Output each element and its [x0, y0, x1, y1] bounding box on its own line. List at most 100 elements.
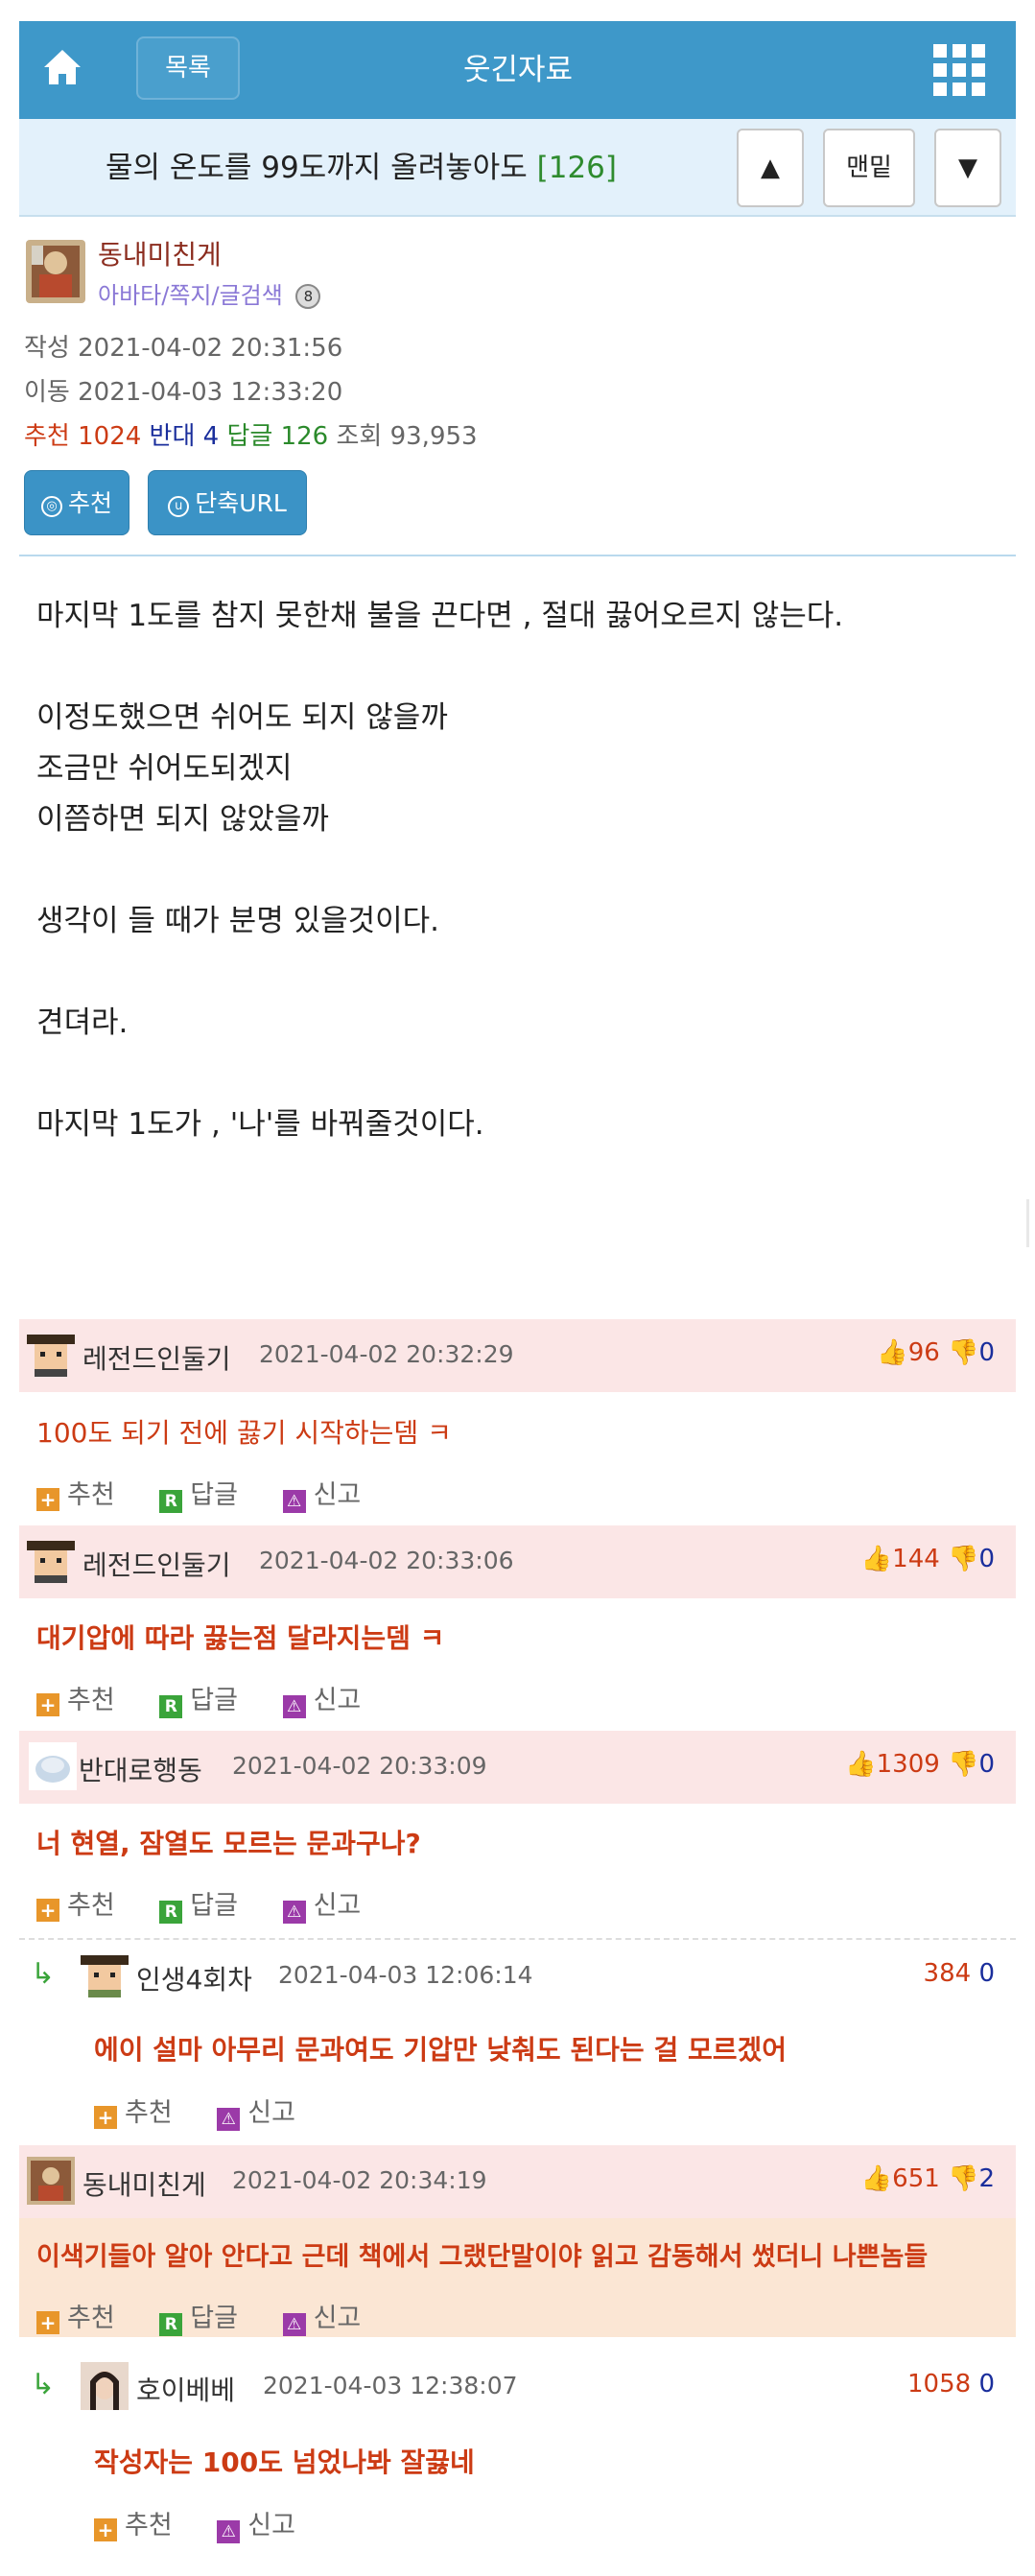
comment-recommend-button[interactable]: + 추천	[36, 1884, 115, 1922]
comment-down-count: 0	[978, 1545, 995, 1573]
thumbs-down-icon[interactable]: 👎	[948, 1545, 978, 1573]
plus-icon: +	[36, 1693, 59, 1716]
short-url-button[interactable]: u 단축URL	[148, 470, 307, 535]
prev-post-button[interactable]: ▲	[737, 129, 804, 207]
comment-votes: 1058 0	[907, 2370, 995, 2399]
report-icon: ⚠	[282, 1490, 306, 1513]
comment-text: 이색기들아 알아 안다고 근데 책에서 그랬단말이야 읽고 감동해서 썼더니 나…	[36, 2242, 929, 2272]
post-title-text: 물의 온도를 99도까지 올려놓아도	[106, 151, 528, 185]
comment-votes: 👍651 👎2	[861, 2164, 995, 2193]
comment-report-button[interactable]: ⚠ 신고	[217, 2504, 295, 2543]
comment-votes: 384 0	[924, 1959, 995, 1988]
recommend-button[interactable]: ◎ 추천	[24, 470, 129, 535]
recommend-label: 추천	[125, 2511, 173, 2541]
body-line: 생각이 들 때가 분명 있을것이다.	[36, 904, 440, 938]
thumbs-up-icon[interactable]: 👍	[845, 1750, 876, 1779]
divider	[19, 555, 1016, 556]
written-date-line: 작성 2021-04-02 20:31:56	[24, 328, 342, 364]
recommend-label: 추천	[67, 1480, 115, 1510]
next-post-button[interactable]: ▼	[934, 129, 1001, 207]
body-line: 견뎌라.	[36, 1005, 129, 1040]
author-links[interactable]: 아바타/쪽지/글검색 8	[98, 276, 321, 310]
body-line: 이정도했으면 쉬어도 되지 않을까	[36, 700, 448, 735]
author-name[interactable]: 동내미친게	[98, 234, 222, 272]
comment-down-count: 0	[978, 1338, 995, 1367]
reply-r-icon: R	[159, 2313, 183, 2336]
comment-author[interactable]: 반대로행동	[79, 1750, 202, 1788]
comment-text: 대기압에 따라 끓는점 달라지는뎀 ㅋ	[36, 1622, 445, 1654]
body-line: 조금만 쉬어도되겠지	[36, 751, 293, 786]
author-avatar[interactable]	[26, 240, 85, 303]
comment-header: 레전드인둘기 2021-04-02 20:33:06 👍144 👎0	[19, 1525, 1016, 1598]
thumbs-down-icon[interactable]: 👎	[948, 1338, 978, 1367]
author-avatar-icon	[27, 2157, 75, 2205]
body-line: 마지막 1도가 , '나'를 바꿔줄것이다.	[36, 1107, 484, 1142]
author-links-text[interactable]: 아바타/쪽지/글검색	[98, 282, 283, 309]
comment-report-button[interactable]: ⚠ 신고	[282, 1679, 361, 1718]
comment-recommend-button[interactable]: + 추천	[94, 2504, 173, 2541]
moved-label: 이동	[24, 378, 70, 407]
comment-reply-button[interactable]: R 답글	[159, 2297, 238, 2336]
comment-recommend-button[interactable]: + 추천	[36, 2297, 115, 2334]
comment-date: 2021-04-03 12:38:07	[263, 2372, 518, 2399]
thumbs-down-icon[interactable]: 👎	[948, 2164, 978, 2193]
comment-reply-button[interactable]: R 답글	[159, 1679, 238, 1718]
comment-actions: + 추천 R 답글 ⚠ 신고	[36, 2297, 397, 2336]
comment-report-button[interactable]: ⚠ 신고	[217, 2092, 295, 2131]
thumbs-up-icon[interactable]: 👍	[861, 1545, 892, 1573]
plus-icon: +	[36, 2311, 59, 2334]
short-url-label: 단축URL	[195, 489, 287, 517]
comment-text: 에이 설마 아무리 문과여도 기압만 낮춰도 된다는 걸 모르겠어	[94, 2034, 787, 2066]
reply-label: 답글	[190, 1480, 238, 1510]
comment-recommend-button[interactable]: + 추천	[36, 1474, 115, 1511]
comment-votes: 👍96 👎0	[877, 1338, 995, 1367]
report-label: 신고	[313, 1480, 362, 1510]
comment-down-count: 0	[978, 1959, 995, 1988]
reply-header: ↳ 인생4회차 2021-04-03 12:06:14 384 0	[19, 1938, 1016, 2011]
comment-up-count: 1058	[907, 2370, 972, 2399]
comment-down-count: 0	[978, 2370, 995, 2399]
comment-author[interactable]: 레전드인둘기	[82, 1338, 231, 1377]
comment-date: 2021-04-02 20:33:06	[259, 1547, 514, 1574]
thumbs-up-icon[interactable]: 👍	[877, 1338, 907, 1367]
level-badge-icon: 8	[295, 284, 321, 309]
url-circle-icon: u	[168, 496, 190, 517]
comment-date: 2021-04-02 20:32:29	[259, 1340, 514, 1368]
comment-up-count: 651	[892, 2164, 940, 2193]
top-nav-bar: 목록 웃긴자료	[19, 21, 1016, 119]
comment-report-button[interactable]: ⚠ 신고	[282, 1474, 362, 1513]
comment-report-button[interactable]: ⚠ 신고	[282, 1884, 361, 1924]
comment-author[interactable]: 동내미친게	[82, 2164, 206, 2203]
thumbs-down-icon[interactable]: 👎	[948, 1750, 978, 1779]
reply-label: 답글	[190, 2304, 238, 2333]
thumbs-up-icon[interactable]: 👍	[861, 2164, 892, 2193]
scrollbar-thumb[interactable]	[1026, 1199, 1029, 1247]
report-label: 신고	[313, 2304, 362, 2333]
comment-report-button[interactable]: ⚠ 신고	[282, 2297, 362, 2336]
moved-date: 2021-04-03 12:33:20	[78, 378, 343, 407]
recommend-circle-icon: ◎	[40, 496, 62, 517]
recommend-label: 추천	[67, 1891, 115, 1921]
menu-grid-icon[interactable]	[933, 44, 985, 96]
list-button[interactable]: 목록	[136, 36, 240, 100]
rec-label: 추천	[24, 422, 70, 451]
opp-count: 4	[202, 422, 220, 451]
report-icon: ⚠	[217, 2520, 241, 2543]
home-icon[interactable]	[40, 46, 84, 90]
comment-header: 반대로행동 2021-04-02 20:33:09 👍1309 👎0	[19, 1731, 1016, 1804]
comment-reply-button[interactable]: R 답글	[159, 1474, 238, 1513]
comment-actions: + 추천 ⚠ 신고	[94, 2092, 332, 2131]
comment-recommend-button[interactable]: + 추천	[94, 2092, 173, 2129]
comment-text: 작성자는 100도 넘었나봐 잘끓네	[94, 2446, 475, 2478]
post-title-bar: 물의 온도를 99도까지 올려놓아도 [126] ▲ 맨밑 ▼	[19, 119, 1016, 217]
body-line: 마지막 1도를 참지 못한채 불을 끈다면 , 절대 끓어오르지 않는다.	[36, 599, 844, 633]
comment-up-count: 96	[907, 1338, 940, 1367]
recommend-label: 추천	[125, 2098, 173, 2128]
comment-reply-button[interactable]: R 답글	[159, 1884, 238, 1924]
comment-recommend-button[interactable]: + 추천	[36, 1679, 115, 1716]
go-bottom-button[interactable]: 맨밑	[823, 129, 915, 207]
comment-author[interactable]: 호이베베	[136, 2370, 235, 2408]
comment-author[interactable]: 인생4회차	[136, 1959, 252, 1997]
comment-author[interactable]: 레전드인둘기	[82, 1545, 231, 1583]
views-count: 93,953	[389, 422, 478, 451]
